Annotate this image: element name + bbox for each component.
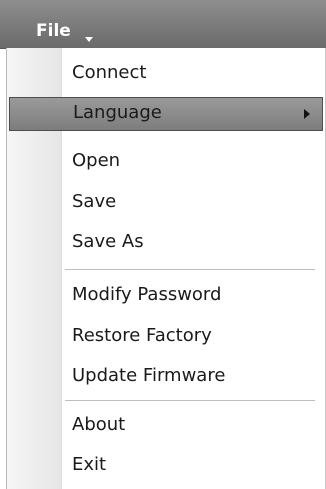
triangle-right-icon	[304, 109, 310, 119]
menu-item-label: Save	[72, 191, 117, 212]
menu-item-about[interactable]: About	[7, 409, 325, 441]
menu-item-modify-password[interactable]: Modify Password	[7, 279, 325, 311]
file-dropdown-menu: Connect Language Open Save Save As Modif…	[6, 48, 326, 489]
menu-separator	[65, 400, 315, 402]
menu-item-label: Open	[72, 150, 121, 171]
menu-item-open[interactable]: Open	[7, 145, 325, 177]
menu-item-label: Restore Factory	[72, 325, 212, 346]
menu-separator	[65, 269, 315, 271]
file-menu-button[interactable]: File	[36, 19, 93, 43]
chevron-down-icon	[84, 36, 93, 42]
menu-item-restore-factory[interactable]: Restore Factory	[7, 320, 325, 352]
menu-item-label: Save As	[72, 231, 144, 252]
file-menu-label: File	[36, 21, 71, 41]
menu-item-save[interactable]: Save	[7, 186, 325, 218]
menu-item-connect[interactable]: Connect	[7, 57, 325, 89]
menu-item-language[interactable]: Language	[9, 97, 323, 131]
menu-item-label: Exit	[72, 454, 107, 475]
menu-bar: File	[0, 0, 326, 49]
menu-item-update-firmware[interactable]: Update Firmware	[7, 360, 325, 392]
menu-item-label: About	[72, 414, 126, 435]
menu-item-save-as[interactable]: Save As	[7, 226, 325, 258]
menu-item-label: Update Firmware	[72, 365, 226, 386]
menu-item-label: Language	[73, 102, 162, 123]
menu-item-exit[interactable]: Exit	[7, 449, 325, 481]
menu-item-label: Connect	[72, 62, 147, 83]
menu-item-label: Modify Password	[72, 284, 222, 305]
